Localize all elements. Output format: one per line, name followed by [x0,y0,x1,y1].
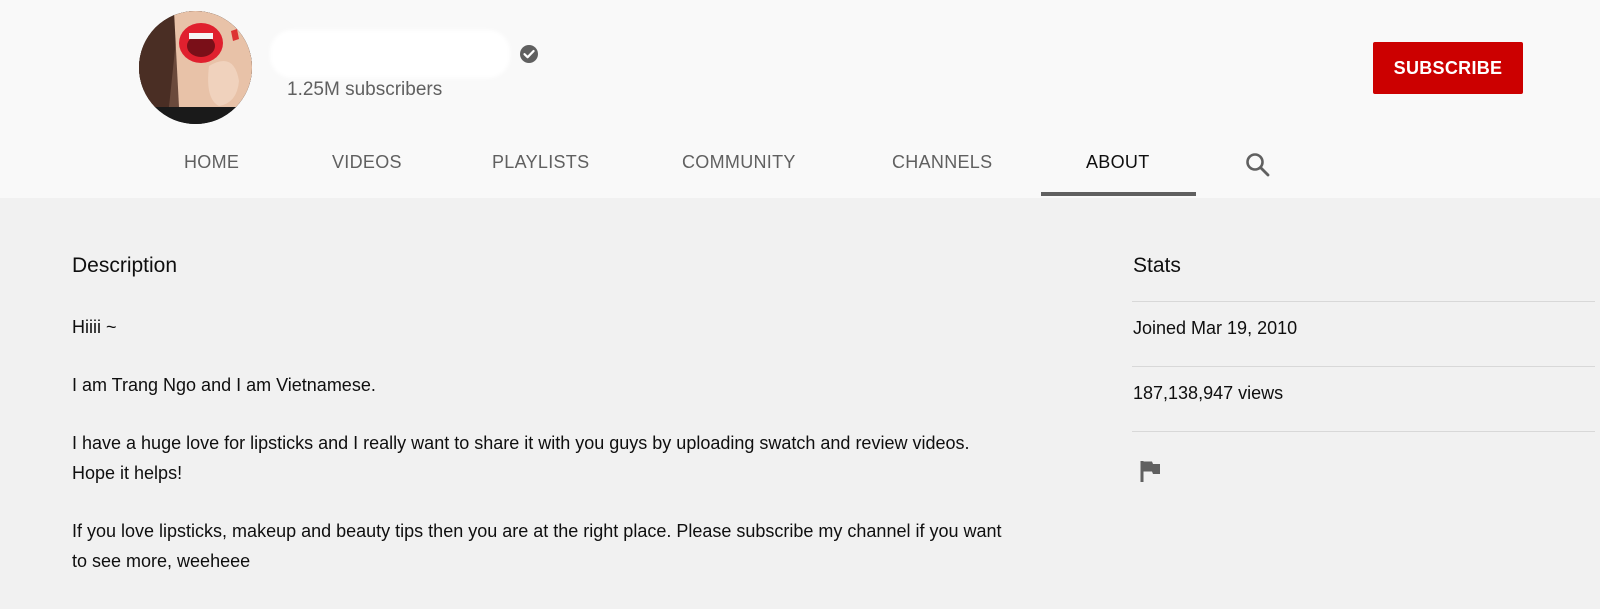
verified-check-icon [520,45,538,63]
stats-divider [1132,431,1595,432]
tab-about[interactable]: ABOUT [1086,152,1150,173]
tab-playlists[interactable]: PLAYLISTS [492,152,589,173]
search-icon[interactable] [1244,151,1272,179]
description-paragraph: Hiiii ~ [72,317,117,337]
description-heading: Description [72,254,178,277]
subscriber-count: 1.25M subscribers [287,79,443,100]
view-count: 187,138,947 views [1133,383,1284,403]
avatar-image [139,11,252,124]
tab-community[interactable]: COMMUNITY [682,152,796,173]
stats-heading: Stats [1133,254,1181,277]
active-tab-indicator [1041,192,1196,196]
channel-tabs: HOME VIDEOS PLAYLISTS COMMUNITY CHANNELS… [0,140,1600,198]
joined-date: Joined Mar 19, 2010 [1133,318,1298,338]
channel-name-redacted [270,30,510,78]
tab-home[interactable]: HOME [184,152,239,173]
stats-divider [1132,366,1595,367]
description-paragraph: I am Trang Ngo and I am Vietnamese. [72,375,376,395]
description-paragraph: If you love lipsticks, makeup and beauty… [72,521,1002,571]
flag-icon[interactable] [1138,458,1164,484]
stats-divider [1132,301,1595,302]
channel-header: 1.25M subscribers SUBSCRIBE HOME VIDEOS … [0,0,1600,198]
about-content: Description Hiiii ~ I am Trang Ngo and I… [0,198,1600,609]
subscribe-button[interactable]: SUBSCRIBE [1373,42,1523,94]
tab-videos[interactable]: VIDEOS [332,152,402,173]
channel-avatar[interactable] [139,11,252,124]
description-paragraph: I have a huge love for lipsticks and I r… [72,433,970,483]
tab-channels[interactable]: CHANNELS [892,152,992,173]
